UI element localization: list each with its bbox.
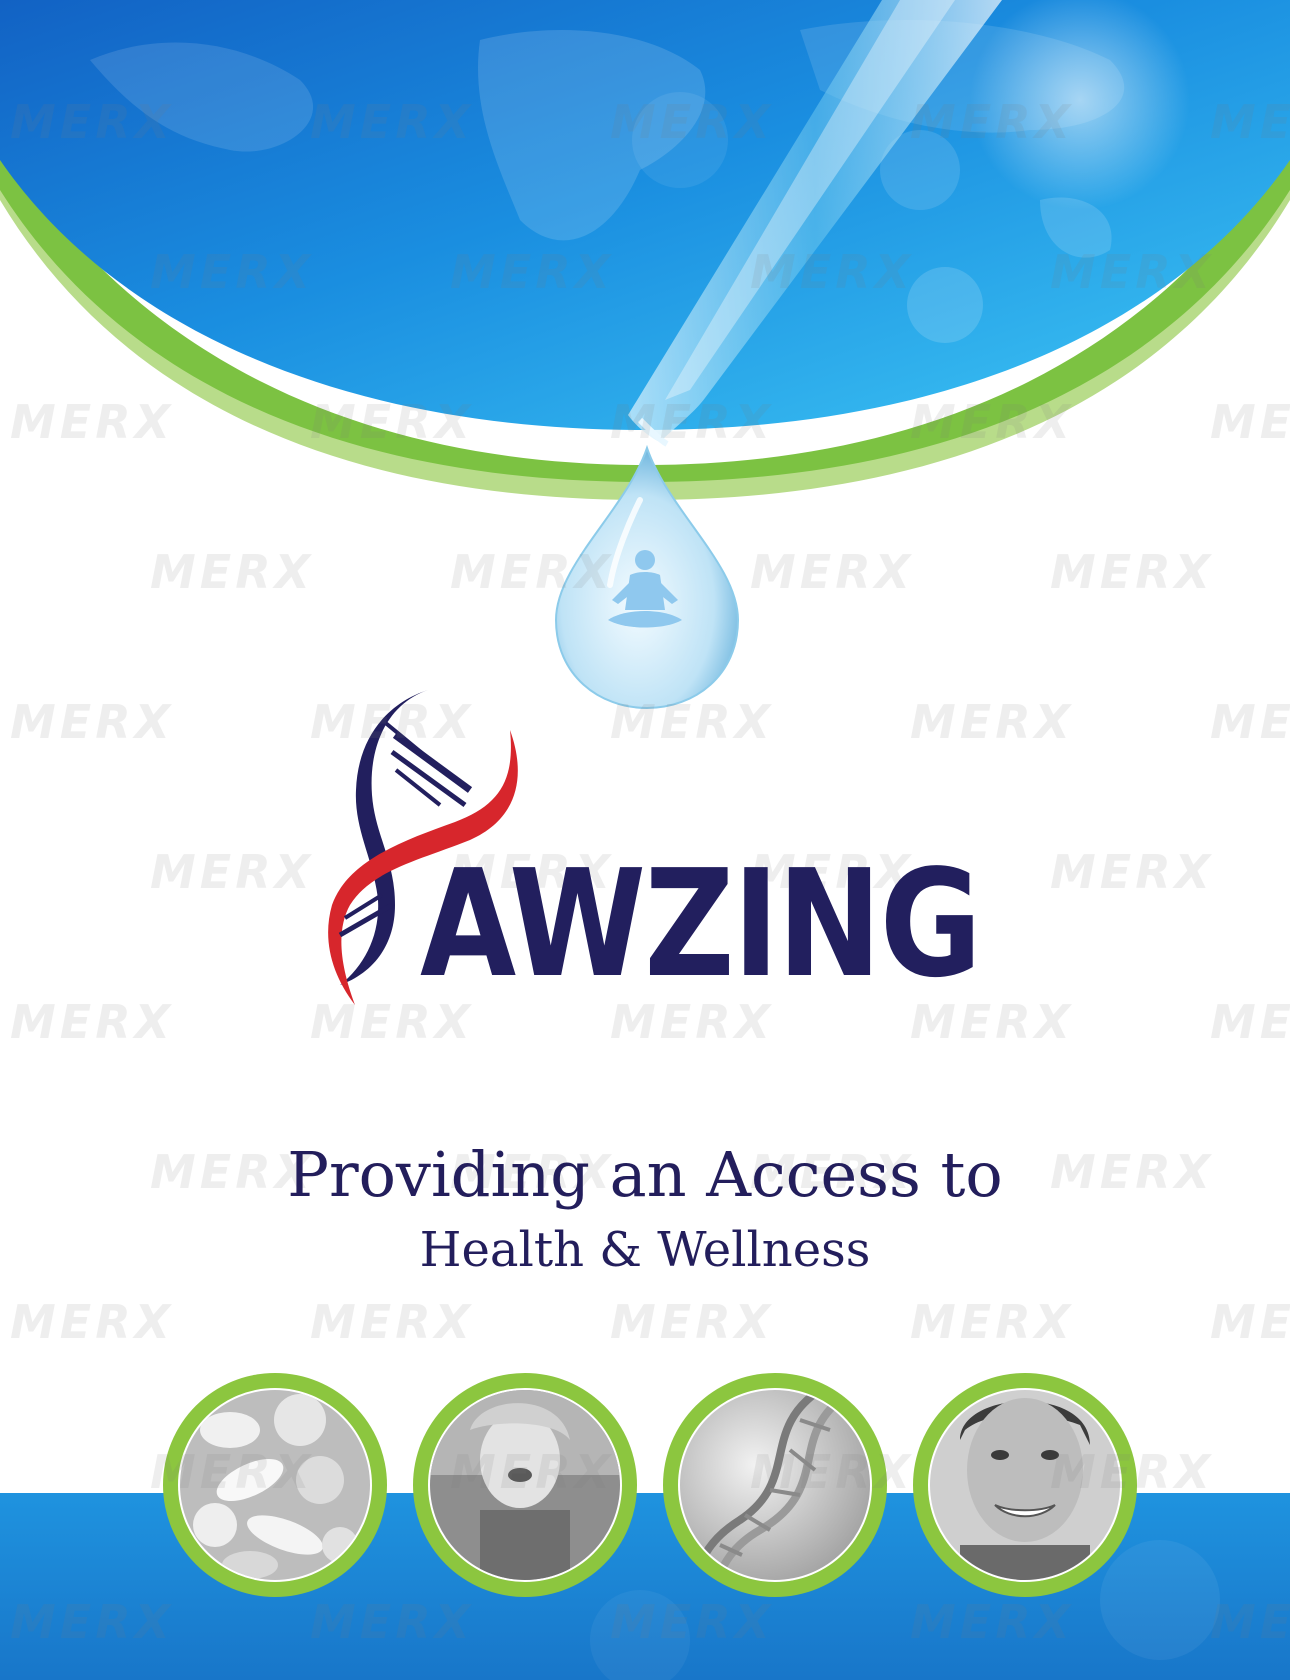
photo-circle-dna [663, 1373, 887, 1597]
tagline-line-2: Health & Wellness [419, 1222, 871, 1278]
photo-circle-girl [413, 1373, 637, 1597]
tagline-line-1: Providing an Access to [287, 1138, 1003, 1211]
photo-circle-man [913, 1373, 1137, 1597]
brand-name: AWZING [420, 838, 982, 1010]
photo-circle-pills [163, 1373, 387, 1597]
